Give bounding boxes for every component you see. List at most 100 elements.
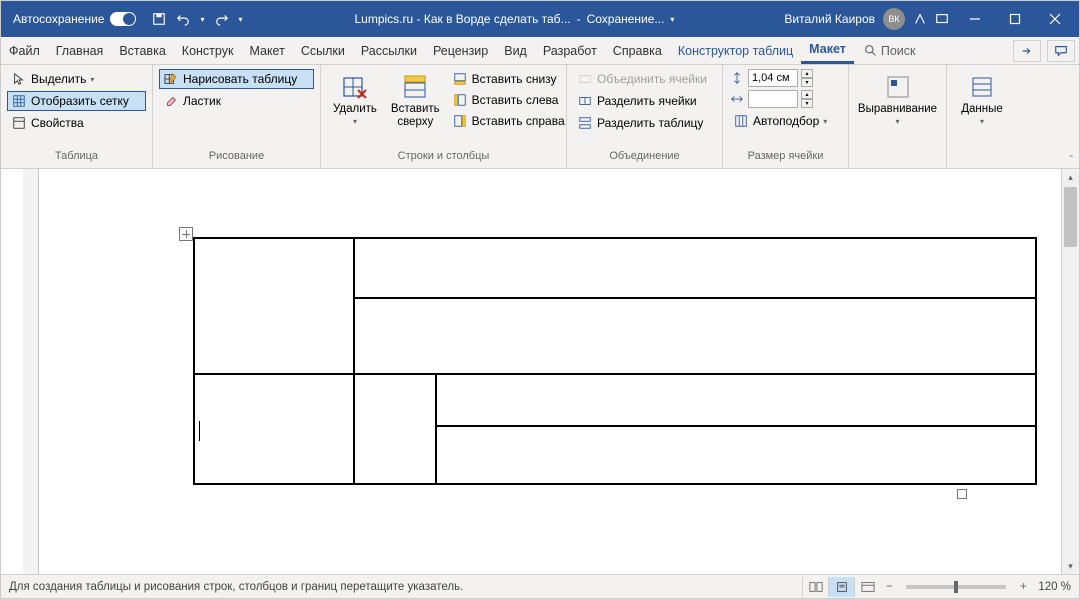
qat-more-icon[interactable]: ▾ — [239, 15, 243, 24]
tab-layout[interactable]: Макет — [241, 37, 292, 64]
maximize-button[interactable] — [995, 1, 1035, 37]
zoom-out-button[interactable]: − — [880, 581, 898, 593]
insert-below-button[interactable]: Вставить снизу — [448, 69, 569, 89]
chevron-down-icon: ▾ — [980, 117, 984, 126]
draw-table-button[interactable]: Нарисовать таблицу — [159, 69, 314, 89]
scroll-down-icon[interactable]: ▾ — [1062, 558, 1079, 574]
ribbon-tabs: Файл Главная Вставка Конструк Макет Ссыл… — [1, 37, 1079, 65]
avatar[interactable]: ВК — [883, 8, 905, 30]
tab-mailings[interactable]: Рассылки — [353, 37, 425, 64]
view-gridlines-button[interactable]: Отобразить сетку — [7, 91, 146, 111]
search-icon — [864, 44, 877, 57]
title-bar: Автосохранение ▾ ▾ Lumpics.ru - Как в Во… — [1, 1, 1079, 37]
group-label-draw: Рисование — [159, 150, 314, 168]
tab-review[interactable]: Рецензир — [425, 37, 496, 64]
autosave-toggle[interactable]: Автосохранение — [5, 12, 144, 26]
tab-file[interactable]: Файл — [1, 37, 48, 64]
height-spinner[interactable]: ▴▾ — [801, 69, 813, 87]
insert-right-button[interactable]: Вставить справа — [448, 111, 569, 131]
grid-icon — [11, 93, 27, 109]
group-label-merge: Объединение — [573, 150, 716, 168]
tab-home[interactable]: Главная — [48, 37, 112, 64]
chevron-down-icon: ▾ — [823, 117, 827, 126]
chevron-down-icon: ▾ — [353, 117, 357, 126]
width-icon — [729, 91, 745, 107]
data-icon — [968, 73, 996, 101]
text-cursor — [199, 421, 200, 441]
chevron-down-icon[interactable]: ▾ — [200, 15, 204, 24]
search-box[interactable]: Поиск — [854, 44, 926, 58]
minimize-button[interactable] — [955, 1, 995, 37]
touch-mode-icon[interactable] — [913, 12, 927, 26]
view-read-mode[interactable] — [802, 577, 828, 597]
table-pencil-icon — [163, 71, 179, 87]
width-field[interactable] — [748, 90, 798, 108]
chevron-down-icon: ▾ — [90, 75, 94, 84]
merge-cells-button: Объединить ячейки — [573, 69, 716, 89]
height-icon — [729, 70, 745, 86]
chevron-down-icon[interactable]: ▾ — [670, 15, 674, 24]
redo-icon[interactable] — [215, 12, 229, 26]
table-move-handle[interactable] — [179, 227, 193, 241]
document-title: Lumpics.ru - Как в Ворде сделать таб... … — [251, 12, 779, 26]
autosave-label: Автосохранение — [13, 12, 104, 26]
group-label-data — [953, 150, 1011, 168]
scroll-up-icon[interactable]: ▴ — [1062, 169, 1079, 185]
chevron-down-icon: ▾ — [896, 117, 900, 126]
zoom-level[interactable]: 120 % — [1032, 581, 1071, 593]
delete-button[interactable]: Удалить ▾ — [327, 69, 383, 130]
insert-above-icon — [401, 73, 429, 101]
tab-developer[interactable]: Разработ — [535, 37, 605, 64]
undo-icon[interactable] — [176, 12, 190, 26]
scroll-thumb[interactable] — [1064, 187, 1077, 247]
tab-help[interactable]: Справка — [605, 37, 670, 64]
save-icon[interactable] — [152, 12, 166, 26]
alignment-button[interactable]: Выравнивание ▾ — [852, 69, 943, 130]
ribbon-display-icon[interactable] — [935, 12, 949, 26]
insert-below-icon — [452, 71, 468, 87]
tab-design[interactable]: Конструк — [174, 37, 242, 64]
zoom-slider[interactable] — [906, 585, 1006, 589]
tab-references[interactable]: Ссылки — [293, 37, 353, 64]
merge-icon — [577, 71, 593, 87]
comments-button[interactable] — [1047, 40, 1075, 62]
table-resize-handle[interactable] — [957, 489, 967, 499]
insert-left-button[interactable]: Вставить слева — [448, 90, 569, 110]
height-field[interactable] — [748, 69, 798, 87]
group-label-size: Размер ячейки — [729, 150, 842, 168]
eraser-icon — [163, 93, 179, 109]
zoom-in-button[interactable]: + — [1014, 581, 1032, 593]
document-table[interactable] — [193, 237, 1037, 485]
insert-right-icon — [452, 113, 468, 129]
tab-table-design[interactable]: Конструктор таблиц — [670, 37, 801, 64]
group-label-alignment — [855, 150, 940, 168]
vertical-scrollbar[interactable]: ▴ ▾ — [1061, 169, 1079, 574]
split-cells-icon — [577, 93, 593, 109]
collapse-ribbon-button[interactable]: ˆ — [1070, 155, 1073, 166]
toggle-switch-icon — [110, 12, 136, 26]
alignment-icon — [884, 73, 912, 101]
share-button[interactable] — [1013, 40, 1041, 62]
tab-view[interactable]: Вид — [496, 37, 535, 64]
status-hint: Для создания таблицы и рисования строк, … — [9, 581, 463, 593]
select-button[interactable]: Выделить ▾ — [7, 69, 146, 89]
eraser-button[interactable]: Ластик — [159, 91, 314, 111]
width-spinner[interactable]: ▴▾ — [801, 90, 813, 108]
insert-left-icon — [452, 92, 468, 108]
view-print-layout[interactable] — [828, 577, 854, 597]
close-button[interactable] — [1035, 1, 1075, 37]
col-width-input[interactable]: ▴▾ — [729, 90, 842, 108]
cursor-icon — [11, 71, 27, 87]
insert-above-button[interactable]: Вставить сверху — [385, 69, 446, 132]
tab-insert[interactable]: Вставка — [111, 37, 173, 64]
vertical-ruler — [23, 169, 39, 574]
split-cells-button[interactable]: Разделить ячейки — [573, 91, 716, 111]
data-button[interactable]: Данные ▾ — [955, 69, 1009, 130]
row-height-input[interactable]: ▴▾ — [729, 69, 842, 87]
ribbon: Выделить ▾ Отобразить сетку Свойства Таб… — [1, 65, 1079, 169]
autofit-button[interactable]: Автоподбор ▾ — [729, 111, 842, 131]
properties-button[interactable]: Свойства — [7, 113, 146, 133]
split-table-button[interactable]: Разделить таблицу — [573, 113, 716, 133]
view-web-layout[interactable] — [854, 577, 880, 597]
tab-table-layout[interactable]: Макет — [801, 37, 854, 64]
